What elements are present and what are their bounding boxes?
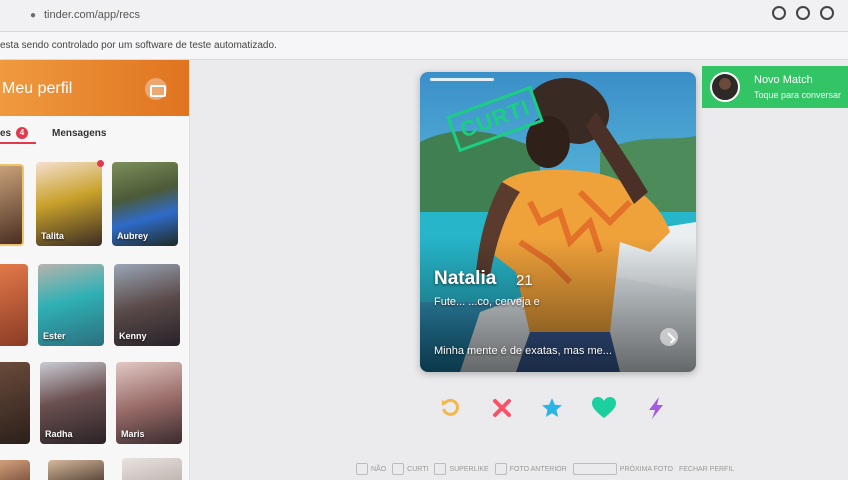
profile-title[interactable]: Meu perfil (2, 80, 72, 98)
sidebar-tabs: es 4 Mensagens (0, 124, 189, 146)
super-like-icon (542, 398, 562, 417)
boost-icon (649, 397, 663, 419)
new-match-toast[interactable]: Novo Match Toque para conversar (702, 66, 848, 108)
browser-url-bar[interactable]: ● tinder.com/app/recs (0, 0, 848, 32)
profile-interests: Fute... ...co, cerveja e (434, 296, 540, 308)
match-card[interactable] (0, 362, 30, 444)
toast-subtitle: Toque para conversar (754, 90, 842, 100)
arrow-right-key-icon (392, 463, 405, 475)
url-text[interactable]: tinder.com/app/recs (44, 9, 140, 21)
match-name: Maris (121, 429, 145, 439)
automation-info-text: esta sendo controlado por um software de… (0, 40, 277, 51)
match-card[interactable]: Talita (36, 160, 104, 246)
sidebar: Meu perfil es 4 Mensagens Talita Aubrey … (0, 60, 190, 480)
browser-toolbar-icons (772, 6, 834, 20)
profile-header[interactable]: Meu perfil (0, 60, 189, 116)
match-name: Talita (41, 231, 64, 241)
open-profile-icon[interactable] (660, 328, 678, 346)
add-icon[interactable] (796, 6, 810, 20)
shortcut-item: FOTO ANTERIOR (494, 463, 567, 475)
like-button[interactable] (590, 394, 618, 422)
keyboard-shortcuts-bar: NÃO CURTI SUPERLIKE FOTO ANTERIOR PRÓXIM… (356, 462, 734, 476)
shortcut-item: SUPERLIKE (434, 463, 489, 475)
profile-age: 21 (516, 272, 533, 289)
active-tab-indicator (0, 142, 36, 144)
match-card[interactable]: Radha (40, 362, 106, 444)
match-card[interactable] (0, 264, 28, 346)
match-name: Ester (43, 331, 66, 341)
photo-progress-bar (430, 78, 494, 81)
super-like-button[interactable] (538, 394, 566, 422)
match-card[interactable] (122, 458, 182, 480)
match-card[interactable]: Aubrey (112, 162, 178, 246)
boost-button[interactable] (642, 394, 670, 422)
profile-name: Natalia (434, 268, 497, 289)
toast-title: Novo Match (754, 74, 813, 86)
new-match-dot (97, 160, 104, 167)
match-name: Aubrey (117, 231, 149, 241)
arrow-left-key-icon (356, 463, 368, 475)
rewind-button[interactable] (436, 394, 464, 422)
shortcut-item: PRÓXIMA FOTO (572, 463, 673, 475)
match-name: Radha (45, 429, 73, 439)
match-card[interactable]: Maris (116, 362, 182, 444)
matches-count-badge: 4 (16, 127, 28, 139)
arrow-down-key-icon (494, 463, 507, 475)
avatar (710, 72, 740, 102)
tab-messages[interactable]: Mensagens (52, 128, 106, 139)
rewind-icon (442, 398, 459, 416)
briefcase-icon[interactable] (145, 78, 167, 100)
automation-info-bar: esta sendo controlado por um software de… (0, 32, 848, 60)
nope-icon (493, 399, 511, 417)
nope-button[interactable] (488, 394, 516, 422)
match-name: Kenny (119, 331, 147, 341)
arrow-up-key-icon (434, 463, 447, 475)
match-card[interactable] (48, 460, 104, 480)
match-card[interactable]: Kenny (114, 264, 180, 346)
profile-card[interactable]: CURTI Natalia 21 Fute... ...co, cerveja … (420, 72, 696, 372)
match-card[interactable]: Ester (38, 264, 104, 346)
shortcut-item: FECHAR PERFIL (678, 465, 735, 473)
match-card[interactable] (0, 460, 30, 480)
match-card[interactable] (0, 164, 24, 246)
profile-bio: Minha mente é de exatas, mas me... (434, 345, 612, 357)
account-icon[interactable] (820, 6, 834, 20)
space-key-icon (572, 463, 617, 475)
like-icon (592, 397, 616, 418)
target-icon[interactable] (772, 6, 786, 20)
tab-matches[interactable]: es (0, 128, 11, 139)
shortcut-item: CURTI (392, 463, 428, 475)
shortcut-item: NÃO (356, 463, 386, 475)
lock-icon: ● (30, 10, 37, 21)
